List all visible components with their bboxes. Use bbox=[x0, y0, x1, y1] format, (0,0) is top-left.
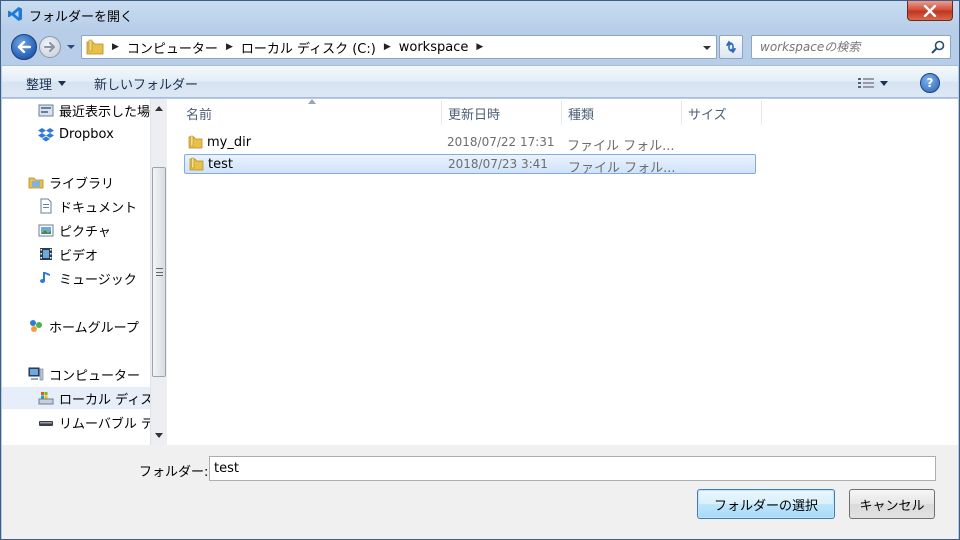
local-disk-icon bbox=[38, 392, 54, 405]
forward-button[interactable] bbox=[39, 36, 61, 58]
navigation-pane[interactable]: 最近表示した場所 Dropbox ライブラリ ドキュメント ピクチャ ビデオ bbox=[2, 99, 150, 445]
recent-places-icon bbox=[38, 104, 54, 117]
folder-icon bbox=[86, 39, 104, 55]
arrow-left-icon bbox=[17, 41, 31, 53]
command-bar: 整理 新しいフォルダー ? bbox=[2, 65, 958, 98]
cancel-button[interactable]: キャンセル bbox=[849, 489, 935, 519]
chevron-down-icon[interactable] bbox=[702, 44, 712, 52]
file-name: my_dir bbox=[207, 135, 252, 150]
column-header-date[interactable]: 更新日時 bbox=[442, 101, 562, 125]
nav-item-recent-places[interactable]: 最近表示した場所 bbox=[2, 99, 150, 121]
nav-item-pictures[interactable]: ピクチャ bbox=[2, 219, 150, 241]
folder-name-input[interactable] bbox=[209, 456, 936, 481]
search-icon[interactable] bbox=[930, 39, 946, 55]
new-folder-button[interactable]: 新しいフォルダー bbox=[94, 74, 198, 93]
help-button[interactable]: ? bbox=[920, 73, 940, 93]
column-header-size[interactable]: サイズ bbox=[682, 101, 762, 125]
search-input[interactable] bbox=[758, 38, 926, 56]
column-header-type[interactable]: 種類 bbox=[562, 101, 682, 125]
nav-item-removable-disk[interactable]: リムーバブル ディスク bbox=[2, 411, 150, 433]
breadcrumb-separator-icon[interactable]: ▶ bbox=[472, 42, 487, 52]
nav-item-music[interactable]: ミュージック bbox=[2, 267, 150, 289]
close-button[interactable] bbox=[907, 1, 953, 21]
removable-disk-icon bbox=[39, 421, 53, 426]
address-bar[interactable]: ▶ コンピューター ▶ ローカル ディスク (C:) ▶ workspace ▶ bbox=[81, 35, 717, 59]
nav-item-videos[interactable]: ビデオ bbox=[2, 243, 150, 265]
scrollbar-thumb[interactable] bbox=[152, 167, 166, 377]
nav-item-homegroup[interactable]: ホームグループ bbox=[2, 315, 150, 337]
search-box[interactable] bbox=[751, 35, 951, 59]
folder-icon bbox=[189, 157, 204, 171]
file-row-test[interactable]: test 2018/07/23 3:41 ファイル フォル... bbox=[184, 154, 756, 176]
pictures-icon bbox=[38, 224, 54, 237]
dialog-body: 最近表示した場所 Dropbox ライブラリ ドキュメント ピクチャ ビデオ bbox=[2, 99, 958, 445]
chevron-down-icon bbox=[58, 81, 67, 86]
file-date: 2018/07/22 17:31 bbox=[447, 135, 555, 149]
open-folder-dialog: フォルダーを開く ▶ コンピューター ▶ ローカル ディスク (C:) ▶ wo… bbox=[0, 0, 960, 540]
organize-menu-button[interactable]: 整理 bbox=[26, 74, 67, 93]
breadcrumb-separator-icon[interactable]: ▶ bbox=[380, 42, 395, 52]
file-date: 2018/07/23 3:41 bbox=[448, 157, 548, 171]
select-folder-button[interactable]: フォルダーの選択 bbox=[697, 489, 835, 519]
library-icon bbox=[28, 177, 44, 189]
videos-icon bbox=[40, 248, 52, 260]
homegroup-icon bbox=[30, 320, 42, 332]
close-icon bbox=[923, 4, 937, 17]
computer-icon bbox=[28, 367, 44, 381]
breadcrumb: ▶ コンピューター ▶ ローカル ディスク (C:) ▶ workspace ▶ bbox=[108, 36, 487, 58]
breadcrumb-workspace[interactable]: workspace bbox=[395, 40, 473, 55]
back-button[interactable] bbox=[11, 34, 37, 60]
dropbox-icon bbox=[38, 128, 54, 142]
breadcrumb-separator-icon[interactable]: ▶ bbox=[108, 42, 123, 52]
scrollbar-grip-icon bbox=[156, 268, 163, 276]
refresh-icon bbox=[726, 40, 736, 54]
organize-label: 整理 bbox=[26, 78, 53, 93]
nav-item-documents[interactable]: ドキュメント bbox=[2, 195, 150, 217]
nav-item-computer[interactable]: コンピューター bbox=[2, 363, 150, 385]
change-view-button[interactable] bbox=[858, 74, 898, 92]
music-icon bbox=[40, 272, 50, 283]
folder-icon bbox=[188, 135, 203, 149]
refresh-button[interactable] bbox=[719, 35, 743, 59]
nav-item-dropbox[interactable]: Dropbox bbox=[2, 123, 150, 145]
breadcrumb-separator-icon[interactable]: ▶ bbox=[222, 42, 237, 52]
nav-item-local-disk[interactable]: ローカル ディスク (C:) bbox=[2, 387, 150, 409]
file-row-my-dir[interactable]: my_dir 2018/07/22 17:31 ファイル フォル... bbox=[184, 133, 756, 154]
arrow-right-icon bbox=[44, 42, 55, 52]
navigation-row: ▶ コンピューター ▶ ローカル ディスク (C:) ▶ workspace ▶ bbox=[9, 31, 953, 63]
navigation-scrollbar[interactable] bbox=[150, 99, 167, 445]
breadcrumb-computer[interactable]: コンピューター bbox=[123, 38, 222, 57]
documents-icon bbox=[40, 198, 52, 214]
scroll-up-arrow-icon[interactable] bbox=[155, 105, 163, 111]
file-name: test bbox=[208, 157, 233, 172]
details-view-icon bbox=[858, 78, 874, 88]
file-type: ファイル フォル... bbox=[567, 139, 675, 154]
column-header-name[interactable]: 名前 bbox=[180, 101, 442, 125]
chevron-down-icon bbox=[880, 80, 888, 86]
nav-item-libraries[interactable]: ライブラリ bbox=[2, 171, 150, 193]
file-type: ファイル フォル... bbox=[568, 161, 676, 176]
scroll-down-arrow-icon[interactable] bbox=[155, 433, 163, 439]
dialog-footer: フォルダー: フォルダーの選択 キャンセル bbox=[2, 445, 958, 539]
folder-field-label: フォルダー: bbox=[139, 465, 209, 480]
vscode-icon bbox=[8, 7, 22, 21]
file-list[interactable]: 名前 更新日時 種類 サイズ my_dir 2018/07/22 17:31 フ… bbox=[168, 99, 958, 445]
breadcrumb-local-disk[interactable]: ローカル ディスク (C:) bbox=[237, 38, 380, 57]
window-title: フォルダーを開く bbox=[29, 10, 134, 25]
title-bar[interactable]: フォルダーを開く bbox=[1, 1, 959, 29]
recent-pages-dropdown-icon[interactable] bbox=[66, 41, 76, 53]
